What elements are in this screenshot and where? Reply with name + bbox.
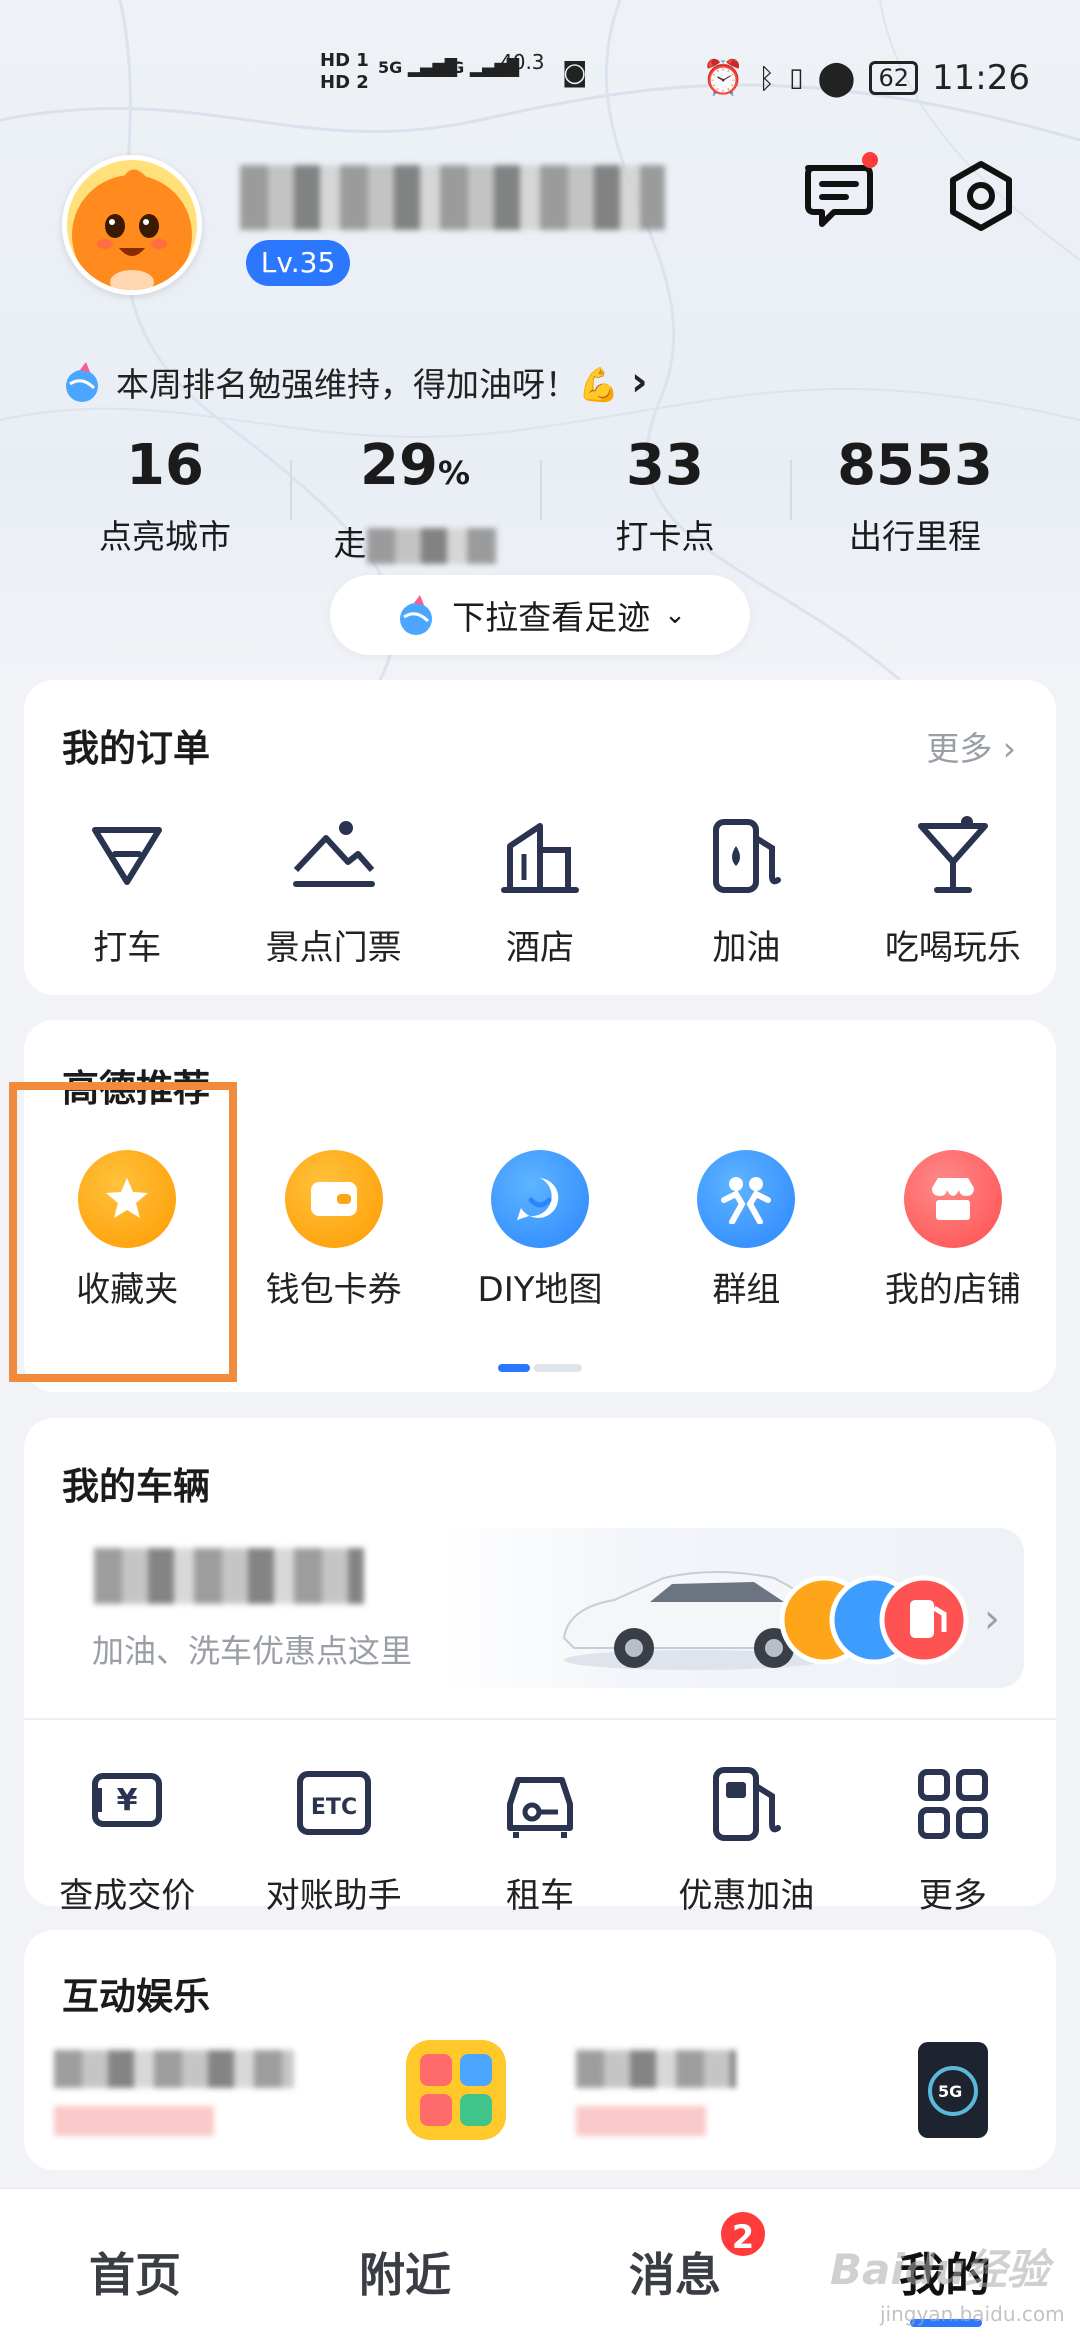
rank-text: 本周排名勉强维持，得加油呀！💪 (116, 365, 620, 404)
vehicle-item-rent[interactable]: 租车 (437, 1758, 643, 1917)
status-bar: HD 1 HD 2 5G ▂▄▆█ 4G ▂▄▆█ 40.3 ◙ ⏰ ᛒ ▯ ⬤… (0, 50, 1080, 110)
taxi-icon (92, 827, 163, 885)
svg-text:¥: ¥ (117, 1783, 138, 1818)
highlight-box (9, 1082, 237, 1382)
stat-mileage[interactable]: 8553 出行里程 (790, 430, 1040, 570)
network-indicator: HD 1 HD 2 (320, 50, 369, 93)
tab-home[interactable]: 首页 (0, 2189, 270, 2340)
watermark-url: jingyan.baidu.com (880, 2302, 1065, 2326)
tab-messages[interactable]: 消息 2 (540, 2189, 810, 2340)
rent-car-icon (507, 1777, 574, 1838)
orders-more-link[interactable]: 更多 › (926, 722, 1016, 770)
shop-icon (903, 1150, 1002, 1248)
watermark: Baidu经验 (830, 2245, 1049, 2294)
message-count-badge: 2 (718, 2209, 768, 2259)
chevron-down-icon: ⌄ (664, 600, 686, 630)
etc-icon: ETC (296, 1771, 371, 1835)
vibrate-icon: ▯ (789, 63, 804, 93)
stat-percent[interactable]: 29% 走 (290, 430, 540, 570)
recommend-item-wallet[interactable]: 钱包卡券 (230, 1150, 436, 1311)
orders-card: 我的订单 更多 › 打车 景点门票 酒店 加油 吃喝玩乐 (24, 680, 1056, 995)
recommend-item-diy-map[interactable]: DIY地图 (437, 1150, 643, 1311)
wallet-icon (284, 1150, 383, 1248)
settings-button[interactable] (945, 160, 1017, 232)
order-item-ticket[interactable]: 景点门票 (230, 810, 436, 969)
order-item-taxi[interactable]: 打车 (24, 810, 230, 969)
price-icon: ¥ (92, 1773, 163, 1827)
svg-text:›: › (984, 1596, 1000, 1642)
entertainment-title: 互动娱乐 (62, 1975, 210, 2018)
chat-bubble-icon (805, 165, 873, 227)
svg-text:ETC: ETC (311, 1795, 357, 1820)
page-indicator (498, 1364, 582, 1372)
redacted-text (54, 2106, 214, 2136)
order-item-fuel[interactable]: 加油 (643, 810, 849, 969)
fuel-icon (713, 819, 782, 893)
vehicle-item-etc[interactable]: ETC 对账助手 (230, 1758, 436, 1917)
rank-banner[interactable]: 本周排名勉强维持，得加油呀！💪 › (60, 355, 648, 409)
grid-icon (917, 1769, 988, 1839)
gear-icon (950, 161, 1012, 231)
cocktail-icon (917, 816, 988, 893)
smile-map-icon (491, 1150, 590, 1248)
entertainment-card: 互动娱乐 5G (24, 1930, 1056, 2170)
location-icon: ⬤ (817, 58, 856, 98)
username-redacted (240, 165, 665, 230)
orders-title: 我的订单 (62, 727, 210, 770)
globe-icon (66, 362, 98, 402)
hotel-icon (501, 823, 580, 893)
message-button[interactable] (800, 160, 880, 230)
group-icon (697, 1150, 796, 1248)
redacted-label (366, 527, 497, 564)
fuel-icon (713, 1767, 782, 1841)
vehicle-banner[interactable]: 加油、洗车优惠点这里 › (54, 1528, 1024, 1688)
order-item-hotel[interactable]: 酒店 (437, 810, 643, 969)
unread-dot (862, 152, 878, 168)
chevron-right-icon: › (631, 359, 648, 405)
plate-redacted (94, 1548, 364, 1604)
stats-row: 16 点亮城市 29% 走 33 打卡点 8553 出行里程 (40, 430, 1040, 570)
clock: 11:26 (932, 58, 1030, 98)
order-item-leisure[interactable]: 吃喝玩乐 (850, 810, 1056, 969)
games-app-icon[interactable] (406, 2040, 506, 2140)
redacted-text (576, 2050, 736, 2088)
alarm-icon: ⏰ (701, 58, 745, 98)
network-speed: 40.3 (500, 50, 545, 74)
tab-nearby[interactable]: 附近 (270, 2189, 540, 2340)
battery-icon: 62 (869, 61, 919, 95)
scenic-ticket-icon (292, 821, 375, 887)
vehicle-item-more[interactable]: 更多 (850, 1758, 1056, 1917)
avatar[interactable] (62, 155, 202, 295)
redacted-text (54, 2050, 294, 2088)
bluetooth-icon: ᛒ (758, 61, 776, 95)
globe-icon (400, 595, 433, 635)
stat-checkins[interactable]: 33 打卡点 (540, 430, 790, 570)
redacted-text (576, 2106, 706, 2136)
vehicle-item-fuel-discount[interactable]: 优惠加油 (643, 1758, 849, 1917)
vehicle-card: 我的车辆 加油、洗车优惠点这里 › ¥ 查成交价 ETC 对账助手 租车 优惠加… (24, 1418, 1056, 1916)
car-illustration: › (562, 1571, 1000, 1670)
camera-icon: ◙ (562, 58, 588, 88)
vehicle-subtitle: 加油、洗车优惠点这里 (92, 1632, 413, 1670)
vehicle-title: 我的车辆 (62, 1465, 210, 1508)
phone-product-image[interactable]: 5G (918, 2042, 988, 2138)
recommend-item-shop[interactable]: 我的店铺 (850, 1150, 1056, 1311)
stat-cities[interactable]: 16 点亮城市 (40, 430, 290, 570)
vehicle-item-price[interactable]: ¥ 查成交价 (24, 1758, 230, 1917)
recommend-item-group[interactable]: 群组 (643, 1150, 849, 1311)
pull-footprint-button[interactable]: 下拉查看足迹 ⌄ (330, 575, 750, 655)
level-badge[interactable]: Lv.35 (246, 240, 350, 286)
